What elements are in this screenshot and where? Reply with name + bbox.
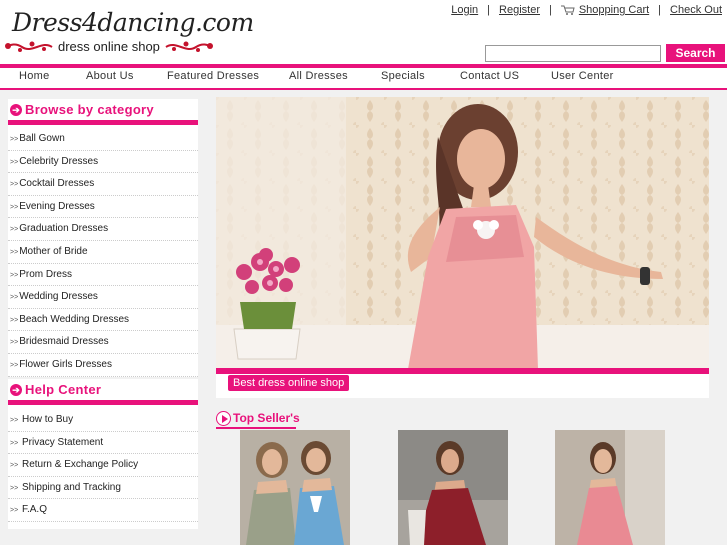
category-item-cocktail-dresses[interactable]: >>Cocktail Dresses — [8, 173, 198, 196]
category-item-flower-girls-dresses[interactable]: >>Flower Girls Dresses — [8, 354, 198, 377]
browse-category-bar — [8, 120, 198, 125]
ornament-right-icon — [165, 41, 213, 52]
category-item-evening-dresses[interactable]: >>Evening Dresses — [8, 196, 198, 219]
nav-home[interactable]: Home — [19, 70, 50, 82]
product-photo-2 — [398, 430, 508, 545]
nav-user-center[interactable]: User Center — [551, 70, 614, 82]
login-link[interactable]: Login — [451, 4, 478, 16]
header: Dress4dancing.com dress online shop Logi… — [0, 0, 727, 64]
link-separator: | — [487, 4, 491, 16]
nav-specials[interactable]: Specials — [381, 70, 425, 82]
search-button[interactable]: Search — [666, 44, 725, 62]
help-item-how-to-buy[interactable]: >> How to Buy — [8, 409, 198, 432]
banner-right-gutter — [709, 97, 727, 397]
link-separator: | — [658, 4, 662, 16]
browse-category-box: ➔ Browse by category >>Ball Gown >>Celeb… — [8, 99, 198, 377]
nav-featured-dresses[interactable]: Featured Dresses — [167, 70, 259, 82]
product-photo-1 — [240, 430, 350, 545]
product-image-1[interactable] — [240, 430, 350, 545]
help-item-shipping-tracking[interactable]: >> Shipping and Tracking — [8, 477, 198, 500]
nav-all-dresses[interactable]: All Dresses — [289, 70, 348, 82]
nav-about-us[interactable]: About Us — [86, 70, 134, 82]
category-list: >>Ball Gown >>Celebrity Dresses >>Cockta… — [8, 128, 198, 377]
arrow-right-icon: ➔ — [10, 384, 22, 396]
help-center-bar — [8, 400, 198, 405]
product-photo-3 — [555, 430, 665, 545]
help-center-header: ➔ Help Center — [8, 379, 198, 401]
product-image-2[interactable] — [398, 430, 508, 545]
hero-banner-image — [216, 97, 709, 369]
help-item-return-exchange-policy[interactable]: >> Return & Exchange Policy — [8, 454, 198, 477]
category-item-bridesmaid-dresses[interactable]: >>Bridesmaid Dresses — [8, 331, 198, 354]
top-sellers-underline — [216, 427, 296, 429]
shopping-cart-link[interactable]: Shopping Cart — [579, 4, 649, 16]
banner-caption[interactable]: Best dress online shop — [228, 375, 350, 391]
category-item-mother-of-bride[interactable]: >>Mother of Bride — [8, 241, 198, 264]
top-links: Login | Register | Shopping Cart | Check… — [451, 4, 722, 16]
top-sellers-title: Top Seller's — [233, 411, 300, 425]
browse-category-title: Browse by category — [25, 102, 154, 117]
category-item-graduation-dresses[interactable]: >>Graduation Dresses — [8, 218, 198, 241]
category-item-celebrity-dresses[interactable]: >>Celebrity Dresses — [8, 151, 198, 174]
play-arrow-icon — [216, 411, 231, 426]
category-item-wedding-dresses[interactable]: >>Wedding Dresses — [8, 286, 198, 309]
hero-banner[interactable] — [216, 97, 709, 369]
shopping-cart-icon — [560, 5, 575, 15]
site-logo[interactable]: Dress4dancing.com dress online shop — [0, 6, 254, 58]
help-item-privacy-statement[interactable]: >> Privacy Statement — [8, 432, 198, 455]
category-item-prom-dress[interactable]: >>Prom Dress — [8, 264, 198, 287]
browse-category-header: ➔ Browse by category — [8, 99, 198, 121]
ornament-left-icon — [5, 41, 53, 52]
help-center-title: Help Center — [25, 382, 102, 397]
arrow-right-icon: ➔ — [10, 104, 22, 116]
main-nav: Home About Us Featured Dresses All Dress… — [0, 68, 727, 88]
checkout-link[interactable]: Check Out — [670, 4, 722, 16]
search-input[interactable] — [485, 45, 661, 62]
help-list: >> How to Buy >> Privacy Statement >> Re… — [8, 409, 198, 522]
product-image-3[interactable] — [555, 430, 665, 545]
nav-contact-us[interactable]: Contact US — [460, 70, 519, 82]
register-link[interactable]: Register — [499, 4, 540, 16]
help-center-box: ➔ Help Center >> How to Buy >> Privacy S… — [8, 379, 198, 529]
logo-title: Dress4dancing.com — [12, 8, 254, 37]
category-item-beach-wedding-dresses[interactable]: >>Beach Wedding Dresses — [8, 309, 198, 332]
category-item-ball-gown[interactable]: >>Ball Gown — [8, 128, 198, 151]
link-separator: | — [548, 4, 552, 16]
logo-subtitle: dress online shop — [58, 39, 160, 54]
help-item-faq[interactable]: >> F.A.Q — [8, 499, 198, 522]
